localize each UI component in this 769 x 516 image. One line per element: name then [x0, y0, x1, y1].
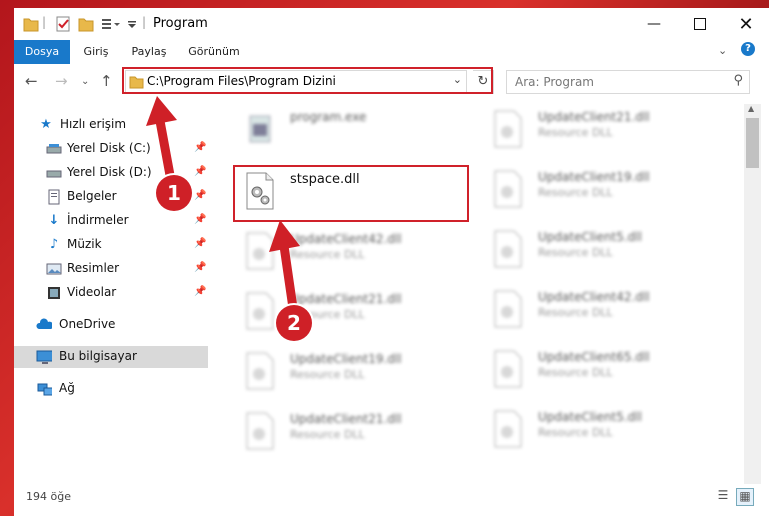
annotation-arrows — [146, 96, 300, 313]
arrow-2 — [269, 220, 300, 313]
step-badge-2: 2 — [276, 305, 312, 341]
arrow-1 — [146, 96, 177, 191]
explorer-window: | | Program — ✕ Dosya Giriş Paylaş Görün… — [14, 8, 769, 516]
step-badge-1: 1 — [156, 175, 192, 211]
